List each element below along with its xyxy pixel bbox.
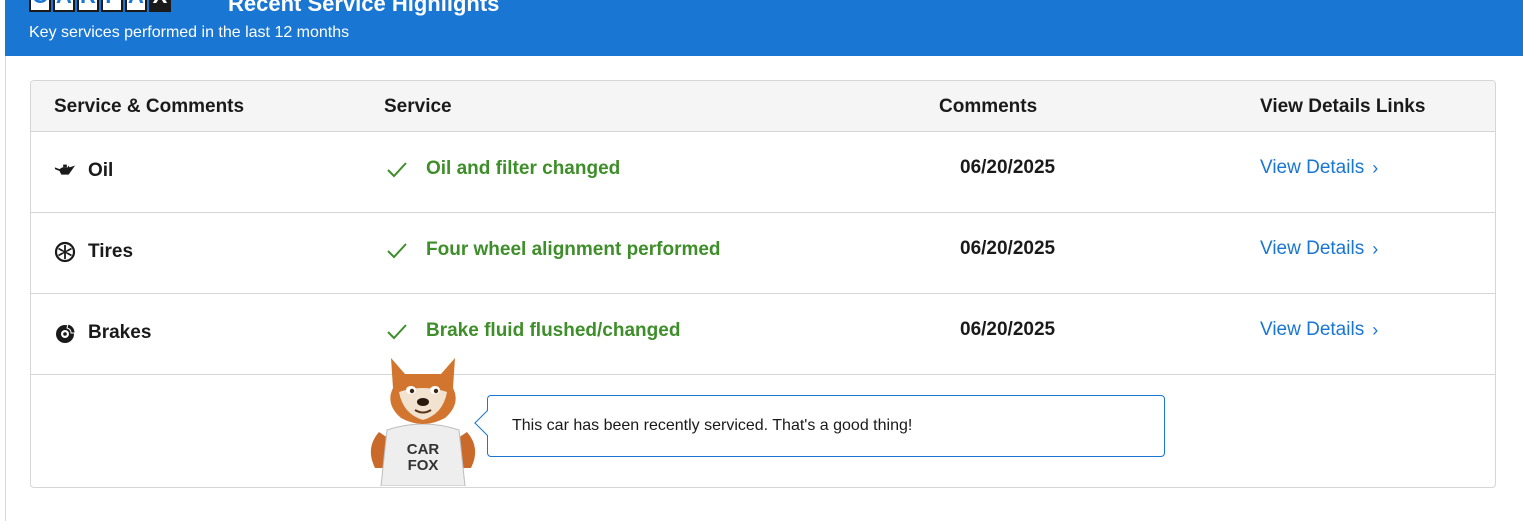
check-icon: [387, 324, 407, 340]
service-description-text: Four wheel alignment performed: [426, 239, 721, 260]
logo-letter: A: [53, 0, 75, 12]
check-icon: [387, 162, 407, 178]
column-header-view-details: View Details Links: [1260, 96, 1426, 117]
table-header: Service & Comments Service Comments View…: [31, 81, 1495, 132]
table-row: Oil Oil and filter changed 06/20/2025 Vi…: [31, 132, 1495, 213]
service-description: Brake fluid flushed/changed: [384, 316, 680, 346]
logo-letter: R: [77, 0, 99, 12]
view-details-link[interactable]: View Details ›: [1260, 157, 1378, 179]
service-category: Oil: [54, 156, 113, 186]
section-body: Service & Comments Service Comments View…: [5, 56, 1523, 521]
service-description-text: Oil and filter changed: [426, 158, 621, 179]
view-details-label: View Details: [1260, 319, 1365, 340]
speech-bubble: This car has been recently serviced. Tha…: [474, 395, 1165, 457]
carfox-promo: CAR FOX This car has been recently servi…: [31, 358, 1495, 487]
service-category-label: Oil: [88, 160, 114, 181]
column-header-service: Service: [384, 96, 452, 117]
section-title: Recent Service Highlights: [228, 0, 500, 16]
service-description: Oil and filter changed: [384, 154, 620, 184]
service-category-label: Brakes: [88, 322, 152, 343]
service-category: Tires: [54, 237, 133, 267]
column-header-service-comments: Service & Comments: [54, 96, 245, 117]
table-row: Brakes Brake fluid flushed/changed 06/20…: [31, 294, 1495, 375]
table-row: Tires Four wheel alignment performed 06/…: [31, 213, 1495, 294]
oil-can-icon: [54, 160, 76, 182]
logo-letter: A: [125, 0, 147, 12]
report-header: C A R F A X Recent Service Highlights Ke…: [5, 0, 1523, 56]
section-subtitle: Key services performed in the last 12 mo…: [29, 24, 350, 41]
service-category: Brakes: [54, 318, 151, 348]
carfax-logo: C A R F A X: [29, 0, 171, 12]
service-description-text: Brake fluid flushed/changed: [426, 320, 681, 341]
chevron-right-icon: ›: [1372, 158, 1379, 178]
service-description: Four wheel alignment performed: [384, 235, 721, 265]
chevron-right-icon: ›: [1372, 239, 1379, 259]
logo-letter: F: [101, 0, 123, 12]
logo-letter: X: [149, 0, 171, 12]
chevron-right-icon: ›: [1372, 320, 1379, 340]
carfox-mascot-icon: CAR FOX: [370, 358, 476, 486]
view-details-label: View Details: [1260, 157, 1365, 178]
speech-bubble-text: This car has been recently serviced. Tha…: [512, 417, 913, 434]
brake-disc-icon: [54, 322, 76, 344]
service-highlights-table: Service & Comments Service Comments View…: [30, 80, 1496, 488]
service-category-label: Tires: [88, 241, 134, 262]
view-details-link[interactable]: View Details ›: [1260, 238, 1378, 260]
column-header-comments: Comments: [939, 96, 1038, 117]
tire-icon: [54, 241, 76, 263]
view-details-link[interactable]: View Details ›: [1260, 319, 1378, 341]
shirt-text: CAR: [407, 441, 440, 458]
check-icon: [387, 243, 407, 259]
logo-letter: C: [29, 0, 51, 12]
page: C A R F A X Recent Service Highlights Ke…: [0, 0, 1523, 521]
service-date: 06/20/2025: [960, 319, 1056, 340]
service-date: 06/20/2025: [960, 157, 1056, 178]
shirt-text: FOX: [408, 457, 439, 474]
service-date: 06/20/2025: [960, 238, 1056, 259]
view-details-label: View Details: [1260, 238, 1365, 259]
